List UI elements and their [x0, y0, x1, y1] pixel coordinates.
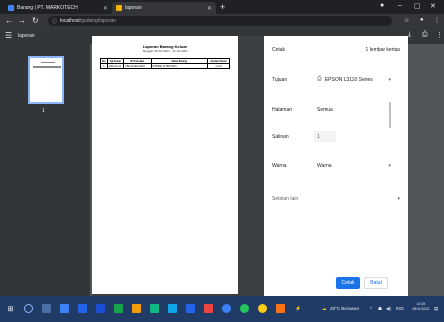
table-cell: 1 Unit [207, 63, 230, 69]
copies-label: Salinan [272, 134, 289, 140]
tab-label: laporan [125, 5, 142, 11]
tab-laporan[interactable]: laporan ✕ [112, 2, 216, 14]
app-icon[interactable] [276, 304, 285, 313]
print-settings-panel: Cetak 1 lembar kertas Tujuan ⎙ EPSON L31… [264, 36, 408, 296]
url-path: /gudang/laporan [79, 18, 116, 24]
forward-icon[interactable]: → [18, 16, 26, 26]
table-row: 1 2021-10-12 T-BK-211012-0001 IPHONE 12 … [100, 63, 230, 69]
account-icon[interactable]: ● [380, 2, 384, 9]
preview-page: Laporan Barang Keluar Tanggal: 08-10-202… [92, 36, 238, 294]
reload-icon[interactable]: ↻ [32, 16, 39, 26]
viewer-scrollbar[interactable] [389, 102, 391, 128]
hamburger-icon[interactable]: ☰ [5, 31, 12, 40]
tab-strip: Barang | PT. MARKOTECH ✕ laporan ✕ + ● –… [0, 0, 444, 14]
color-label: Warna [272, 163, 287, 169]
bookmark-star-icon[interactable]: ☆ [404, 17, 409, 24]
window-close-icon[interactable]: ✕ [430, 2, 436, 10]
viewer-title: laporan [18, 33, 35, 39]
thumbnail-page-number: 1 [42, 108, 45, 114]
copies-value: 1 [317, 133, 320, 140]
app-icon[interactable] [258, 304, 267, 313]
maximize-icon[interactable]: ▢ [414, 2, 421, 10]
page-thumbnail[interactable] [28, 56, 64, 104]
table-cell: 2021-10-12 [106, 63, 124, 69]
site-favicon-icon [116, 5, 122, 11]
start-icon[interactable]: ⊞ [6, 304, 15, 313]
close-icon[interactable]: ✕ [103, 5, 108, 12]
app-icon[interactable] [132, 304, 141, 313]
color-value: Warna [317, 162, 332, 169]
print-heading: Cetak [272, 47, 286, 53]
notification-icon[interactable]: ▤ [434, 306, 438, 312]
system-clock[interactable]: 10:25 08/11/2021 [410, 302, 432, 312]
app-icon[interactable] [78, 304, 87, 313]
chevron-down-icon: ▾ [397, 196, 400, 202]
new-tab-icon[interactable]: + [220, 2, 225, 12]
app-icon[interactable] [96, 304, 105, 313]
copies-input[interactable]: 1 [314, 131, 336, 142]
tray-chevron-icon[interactable]: ^ [370, 306, 372, 311]
app-icon[interactable] [60, 304, 69, 313]
table-cell: 1 [100, 63, 108, 69]
destination-select[interactable]: ⎙ EPSON L3110 Series ▾ [314, 74, 394, 85]
table-cell: T-BK-211012-0001 [122, 63, 152, 69]
app-icon[interactable] [150, 304, 159, 313]
chevron-down-icon: ▾ [388, 162, 391, 169]
app-icon[interactable] [186, 304, 195, 313]
pages-value: Semua [317, 106, 333, 113]
app-icon[interactable]: ⚡ [294, 304, 303, 313]
search-icon[interactable] [24, 304, 33, 313]
taskbar: ⊞ ⚡ ☁ 29°C Berawan ^ ☗ ◀) IND 10:25 08/1… [0, 296, 444, 322]
more-settings-label: Setelan lain [272, 196, 299, 202]
pages-select[interactable]: Semua ▾ [314, 104, 394, 115]
info-icon[interactable]: ⓘ [52, 18, 57, 25]
pages-label: Halaman [272, 107, 293, 113]
volume-icon[interactable]: ◀) [386, 306, 391, 312]
thumbnail-sidebar: 1 [0, 44, 90, 296]
report-table: No. Tgl Keluar ID Transaksi Nama Barang … [100, 58, 230, 69]
print-button[interactable]: Cetak [336, 277, 360, 289]
weather-icon[interactable]: ☁ [322, 306, 327, 312]
tab-barang[interactable]: Barang | PT. MARKOTECH ✕ [4, 2, 112, 14]
destination-value: EPSON L3110 Series [324, 76, 373, 83]
tab-label: Barang | PT. MARKOTECH [17, 5, 78, 11]
more-icon[interactable]: ⋮ [436, 31, 443, 39]
address-bar[interactable]: ⓘ localhost /gudang/laporan [48, 16, 392, 26]
color-select[interactable]: Warna ▾ [314, 160, 394, 171]
profile-icon[interactable]: ● [420, 17, 424, 23]
back-icon[interactable]: ← [5, 16, 13, 26]
clock-date: 08/11/2021 [412, 307, 430, 311]
document-subtitle: Tanggal: 08-10-2021 - 31-10-2021 [142, 49, 188, 53]
browser-toolbar: ← → ↻ ⓘ localhost /gudang/laporan ☆ ● ⋮ [0, 14, 444, 28]
menu-icon[interactable]: ⋮ [434, 17, 440, 24]
site-favicon-icon [8, 5, 14, 11]
destination-label: Tujuan [272, 77, 288, 83]
minimize-icon[interactable]: – [398, 2, 402, 9]
app-icon[interactable] [222, 304, 231, 313]
print-icon[interactable]: ⎙ [422, 31, 428, 39]
chevron-down-icon: ▾ [388, 76, 391, 83]
url-host: localhost [60, 18, 80, 24]
app-icon[interactable] [240, 304, 249, 313]
cancel-button[interactable]: Batal [364, 277, 388, 289]
download-icon[interactable]: ⤓ [408, 31, 411, 39]
printer-icon: ⎙ [317, 76, 322, 82]
app-icon[interactable] [204, 304, 213, 313]
app-icon[interactable] [114, 304, 123, 313]
close-icon[interactable]: ✕ [207, 5, 212, 12]
weather-text[interactable]: 29°C Berawan [330, 306, 359, 311]
language-indicator[interactable]: IND [396, 306, 404, 311]
sheet-count: 1 lembar kertas [365, 47, 400, 53]
app-icon[interactable] [168, 304, 177, 313]
table-cell: IPHONE 12 PRO MAX [150, 63, 209, 69]
network-icon[interactable]: ☗ [378, 306, 382, 312]
more-settings-toggle[interactable]: Setelan lain ▾ [272, 196, 400, 202]
taskview-icon[interactable] [42, 304, 51, 313]
